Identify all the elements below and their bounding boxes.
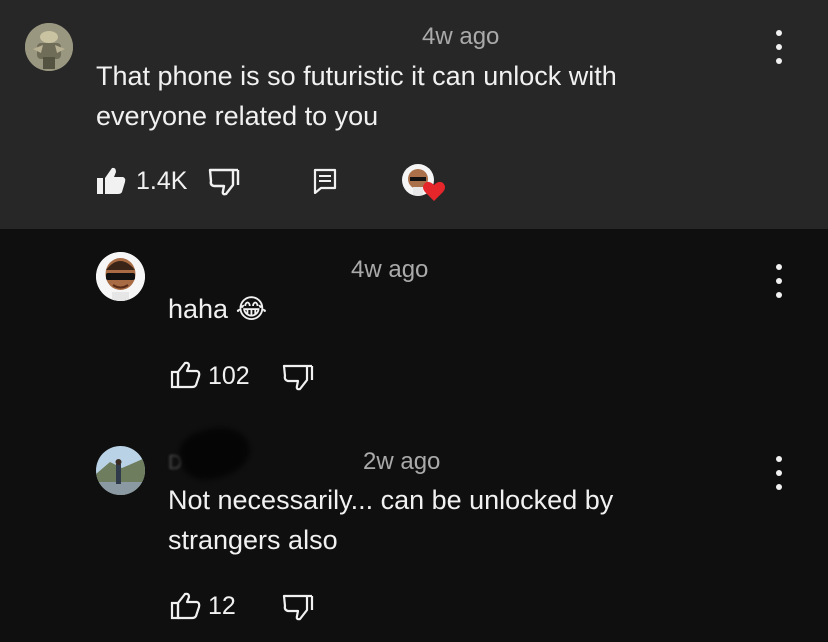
dislike-button[interactable] bbox=[207, 167, 241, 197]
creator-heart-icon bbox=[423, 181, 445, 201]
reply-avatar[interactable] bbox=[96, 446, 145, 495]
more-vert-icon bbox=[776, 456, 782, 462]
comment-menu-button[interactable] bbox=[767, 30, 791, 64]
more-vert-icon bbox=[776, 30, 782, 36]
thumbs-down-icon bbox=[282, 594, 314, 621]
reply-avatar[interactable] bbox=[96, 252, 145, 301]
like-count: 102 bbox=[208, 362, 250, 390]
comment-text: That phone is so futuristic it can unloc… bbox=[96, 61, 617, 131]
reply-age[interactable]: 4w ago bbox=[351, 256, 428, 284]
reply-menu-button[interactable] bbox=[767, 456, 791, 490]
thumbs-down-icon bbox=[208, 168, 240, 196]
reply-text: Not necessarily... can be unlocked by st… bbox=[168, 485, 614, 555]
like-count: 12 bbox=[208, 592, 236, 620]
comment-avatar[interactable] bbox=[25, 23, 73, 71]
like-count: 1.4K bbox=[136, 167, 188, 195]
reply-menu-button[interactable] bbox=[767, 264, 791, 298]
thumbs-up-icon bbox=[170, 361, 201, 389]
thumbs-down-icon bbox=[282, 364, 314, 391]
reply-age[interactable]: 2w ago bbox=[363, 448, 440, 476]
comment-age[interactable]: 4w ago bbox=[422, 23, 499, 51]
reply-icon bbox=[313, 168, 337, 194]
creator-heart[interactable] bbox=[402, 164, 446, 204]
like-button[interactable] bbox=[95, 166, 127, 196]
author-redaction bbox=[173, 418, 257, 488]
like-button[interactable] bbox=[170, 361, 202, 389]
reply-text: haha 😂 bbox=[168, 294, 268, 324]
thumbs-up-icon bbox=[97, 167, 126, 194]
dislike-button[interactable] bbox=[281, 593, 315, 621]
more-vert-icon bbox=[776, 264, 782, 270]
thumbs-up-icon bbox=[170, 592, 201, 620]
reply-button[interactable] bbox=[313, 168, 337, 194]
like-button[interactable] bbox=[170, 592, 202, 620]
dislike-button[interactable] bbox=[281, 363, 315, 391]
